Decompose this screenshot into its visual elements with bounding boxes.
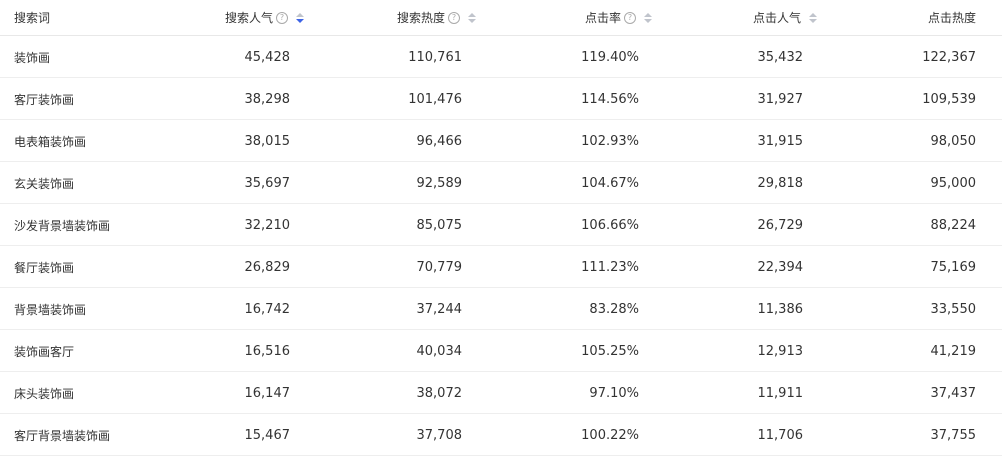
click-heat-cell: 41,219 <box>930 344 977 359</box>
click-popularity-cell: 11,911 <box>757 386 804 401</box>
click-popularity-cell: 31,915 <box>757 134 804 149</box>
click-popularity-cell: 11,706 <box>757 428 804 443</box>
click-heat-cell: 88,224 <box>930 218 977 233</box>
click-popularity-cell: 11,386 <box>757 302 804 317</box>
search-popularity-cell: 45,428 <box>244 50 291 65</box>
table-row[interactable]: 背景墙装饰画 16,742 37,244 83.28% 11,386 33,55… <box>0 288 1002 330</box>
search-terms-table: 搜索词 搜索人气 ? 搜索热度 ? 点击率 ? 点击人气 点击热度 装饰画 45… <box>0 0 1002 460</box>
table-row[interactable]: 装饰画 45,428 110,761 119.40% 35,432 122,36… <box>0 36 1002 78</box>
header-search-heat[interactable]: 搜索热度 ? <box>290 0 476 35</box>
table-row[interactable]: 餐厅装饰画 26,829 70,779 111.23% 22,394 75,16… <box>0 246 1002 288</box>
click-popularity-cell: 12,913 <box>757 344 804 359</box>
table-row[interactable]: 电表箱装饰画 38,015 96,466 102.93% 31,915 98,0… <box>0 120 1002 162</box>
table-row[interactable]: 床头装饰画 16,147 38,072 97.10% 11,911 37,437 <box>0 372 1002 414</box>
search-heat-cell: 101,476 <box>408 92 462 107</box>
click-rate-cell: 106.66% <box>581 218 639 233</box>
search-popularity-cell: 35,697 <box>244 176 291 191</box>
click-rate-cell: 100.22% <box>581 428 639 443</box>
click-rate-cell: 111.23% <box>581 260 639 275</box>
header-keyword-label: 搜索词 <box>14 11 51 25</box>
click-heat-cell: 75,169 <box>930 260 977 275</box>
click-rate-cell: 104.67% <box>581 176 639 191</box>
header-click-rate[interactable]: 点击率 ? <box>462 0 652 35</box>
search-heat-cell: 37,244 <box>416 302 463 317</box>
click-popularity-cell: 31,927 <box>757 92 804 107</box>
search-heat-cell: 40,034 <box>416 344 463 359</box>
click-heat-cell: 95,000 <box>930 176 977 191</box>
click-rate-cell: 114.56% <box>581 92 639 107</box>
search-heat-cell: 85,075 <box>416 218 463 233</box>
table-row[interactable]: 玄关装饰画 35,697 92,589 104.67% 29,818 95,00… <box>0 162 1002 204</box>
click-heat-cell: 98,050 <box>930 134 977 149</box>
click-rate-cell: 83.28% <box>589 302 639 317</box>
header-click-popularity[interactable]: 点击人气 <box>639 0 817 35</box>
table-row[interactable]: 客厅装饰画 38,298 101,476 114.56% 31,927 109,… <box>0 78 1002 120</box>
help-icon[interactable]: ? <box>448 11 460 24</box>
click-heat-cell: 33,550 <box>930 302 977 317</box>
click-popularity-cell: 22,394 <box>757 260 804 275</box>
table-row[interactable]: 客厅背景墙装饰画 15,467 37,708 100.22% 11,706 37… <box>0 414 1002 456</box>
click-heat-cell: 37,755 <box>930 428 977 443</box>
search-popularity-cell: 15,467 <box>244 428 291 443</box>
search-popularity-cell: 16,742 <box>244 302 291 317</box>
search-popularity-cell: 16,516 <box>244 344 291 359</box>
header-search-popularity-label: 搜索人气 <box>224 11 273 25</box>
click-popularity-cell: 35,432 <box>757 50 804 65</box>
search-popularity-cell: 38,015 <box>244 134 291 149</box>
click-heat-cell: 109,539 <box>922 92 976 107</box>
click-rate-cell: 119.40% <box>581 50 639 65</box>
click-rate-cell: 97.10% <box>589 386 639 401</box>
click-popularity-cell: 29,818 <box>757 176 804 191</box>
click-rate-cell: 102.93% <box>581 134 639 149</box>
help-icon[interactable]: ? <box>624 11 636 24</box>
search-heat-cell: 70,779 <box>416 260 463 275</box>
search-heat-cell: 92,589 <box>416 176 463 191</box>
search-popularity-cell: 32,210 <box>244 218 291 233</box>
header-click-rate-label: 点击率 <box>584 11 621 25</box>
click-heat-cell: 122,367 <box>922 50 976 65</box>
header-search-popularity[interactable]: 搜索人气 ? <box>120 0 304 35</box>
search-popularity-cell: 16,147 <box>244 386 291 401</box>
table-header: 搜索词 搜索人气 ? 搜索热度 ? 点击率 ? 点击人气 点击热度 <box>0 0 1002 36</box>
header-click-popularity-label: 点击人气 <box>752 11 801 25</box>
header-click-heat-label: 点击热度 <box>927 11 976 25</box>
search-heat-cell: 110,761 <box>408 50 462 65</box>
search-heat-cell: 96,466 <box>416 134 463 149</box>
click-heat-cell: 37,437 <box>930 386 977 401</box>
table-row[interactable]: 装饰画客厅 16,516 40,034 105.25% 12,913 41,21… <box>0 330 1002 372</box>
search-heat-cell: 38,072 <box>416 386 463 401</box>
header-click-heat: 点击热度 <box>803 0 976 35</box>
header-search-heat-label: 搜索热度 <box>396 11 445 25</box>
search-popularity-cell: 38,298 <box>244 92 291 107</box>
table-row[interactable]: 沙发背景墙装饰画 32,210 85,075 106.66% 26,729 88… <box>0 204 1002 246</box>
click-rate-cell: 105.25% <box>581 344 639 359</box>
search-heat-cell: 37,708 <box>416 428 463 443</box>
search-popularity-cell: 26,829 <box>244 260 291 275</box>
click-popularity-cell: 26,729 <box>757 218 804 233</box>
help-icon[interactable]: ? <box>276 11 288 24</box>
